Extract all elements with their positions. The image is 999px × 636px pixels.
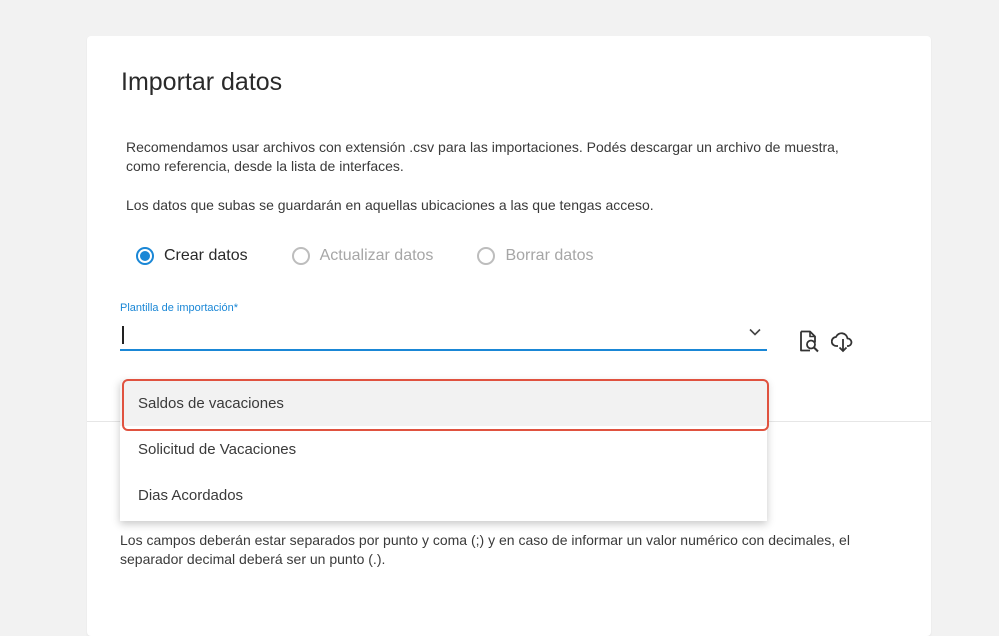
text-caret [122,326,124,344]
radio-circle [136,247,154,265]
page-title: Importar datos [121,68,283,96]
template-field-label: Plantilla de importación* [120,302,239,314]
mode-radio-group: Crear datos Actualizar datos Borrar dato… [136,247,637,265]
radio-label: Crear datos [164,247,248,264]
template-dropdown: Saldos de vacaciones Solicitud de Vacaci… [120,380,767,521]
import-card: Importar datos Recomendamos usar archivo… [87,36,931,636]
radio-circle [477,247,496,265]
dropdown-option-solicitud-de-vacaciones[interactable]: Solicitud de Vacaciones [120,426,767,472]
radio-crear-datos[interactable]: Crear datos [136,247,248,265]
access-paragraph: Los datos que subas se guardarán en aque… [126,197,654,213]
radio-actualizar-datos[interactable]: Actualizar datos [291,247,434,265]
dropdown-option-dias-acordados[interactable]: Dias Acordados [120,472,767,518]
format-paragraph: Los campos deberán estar separados por p… [120,532,850,567]
radio-borrar-datos[interactable]: Borrar datos [477,247,593,265]
cloud-download-icon[interactable] [831,329,855,353]
intro-paragraph: Recomendamos usar archivos con extensión… [126,139,839,174]
radio-circle [291,247,310,265]
chevron-down-icon[interactable] [749,328,761,336]
template-input[interactable] [120,320,767,351]
file-search-icon[interactable] [797,329,821,353]
radio-label: Borrar datos [505,247,594,264]
template-select-field[interactable]: Plantilla de importación* [120,302,767,353]
dropdown-option-saldos-de-vacaciones[interactable]: Saldos de vacaciones [120,380,767,426]
radio-label: Actualizar datos [319,247,434,264]
